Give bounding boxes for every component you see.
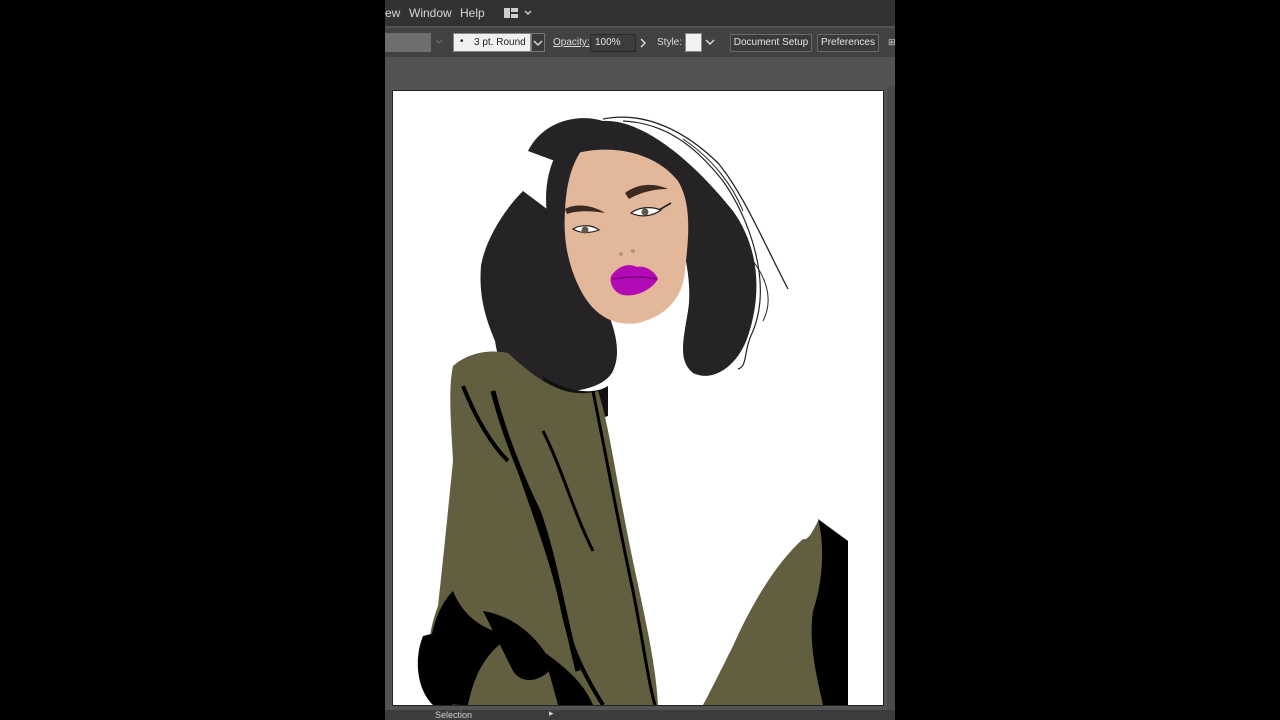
panel-menu-icon[interactable]: ⊞ [888, 37, 895, 48]
play-arrow-icon[interactable]: ▸ [549, 708, 554, 719]
chevron-right-icon[interactable] [639, 38, 647, 48]
brush-value: 3 pt. Round [474, 37, 526, 48]
current-tool-label: Selection [435, 710, 473, 720]
fashion-illustration [417, 116, 848, 705]
graphic-style-swatch[interactable] [685, 33, 702, 52]
brush-dropdown-button[interactable] [531, 33, 545, 52]
stroke-weight-field[interactable] [385, 33, 431, 52]
illustrator-window: ew Window Help • 3 pt. Round Opacity: 10… [385, 0, 895, 720]
status-bar: Selection ▸ [385, 708, 895, 720]
vertical-scrollbar[interactable] [887, 85, 895, 710]
menu-window[interactable]: Window [409, 6, 452, 20]
menu-help[interactable]: Help [460, 6, 485, 20]
workspace-switcher[interactable] [503, 5, 537, 21]
canvas-area[interactable] [385, 57, 895, 720]
chevron-down-icon [533, 40, 543, 46]
brush-dot-icon: • [460, 36, 464, 47]
chevron-down-icon[interactable] [435, 39, 443, 45]
chevron-down-icon[interactable] [705, 39, 715, 45]
document-setup-button[interactable]: Document Setup [730, 34, 812, 52]
menu-bar: ew Window Help [385, 0, 895, 26]
opacity-label[interactable]: Opacity: [553, 37, 590, 48]
brush-definition-dropdown[interactable]: • 3 pt. Round [453, 33, 531, 52]
workspace-layout-icon [504, 8, 532, 18]
preferences-button[interactable]: Preferences [817, 34, 879, 52]
style-label: Style: [657, 37, 683, 48]
opacity-input[interactable]: 100% [590, 34, 636, 52]
menu-view[interactable]: ew [385, 6, 400, 20]
control-bar: • 3 pt. Round Opacity: 100% Style: Docum… [385, 28, 895, 57]
artboard[interactable] [392, 90, 884, 706]
